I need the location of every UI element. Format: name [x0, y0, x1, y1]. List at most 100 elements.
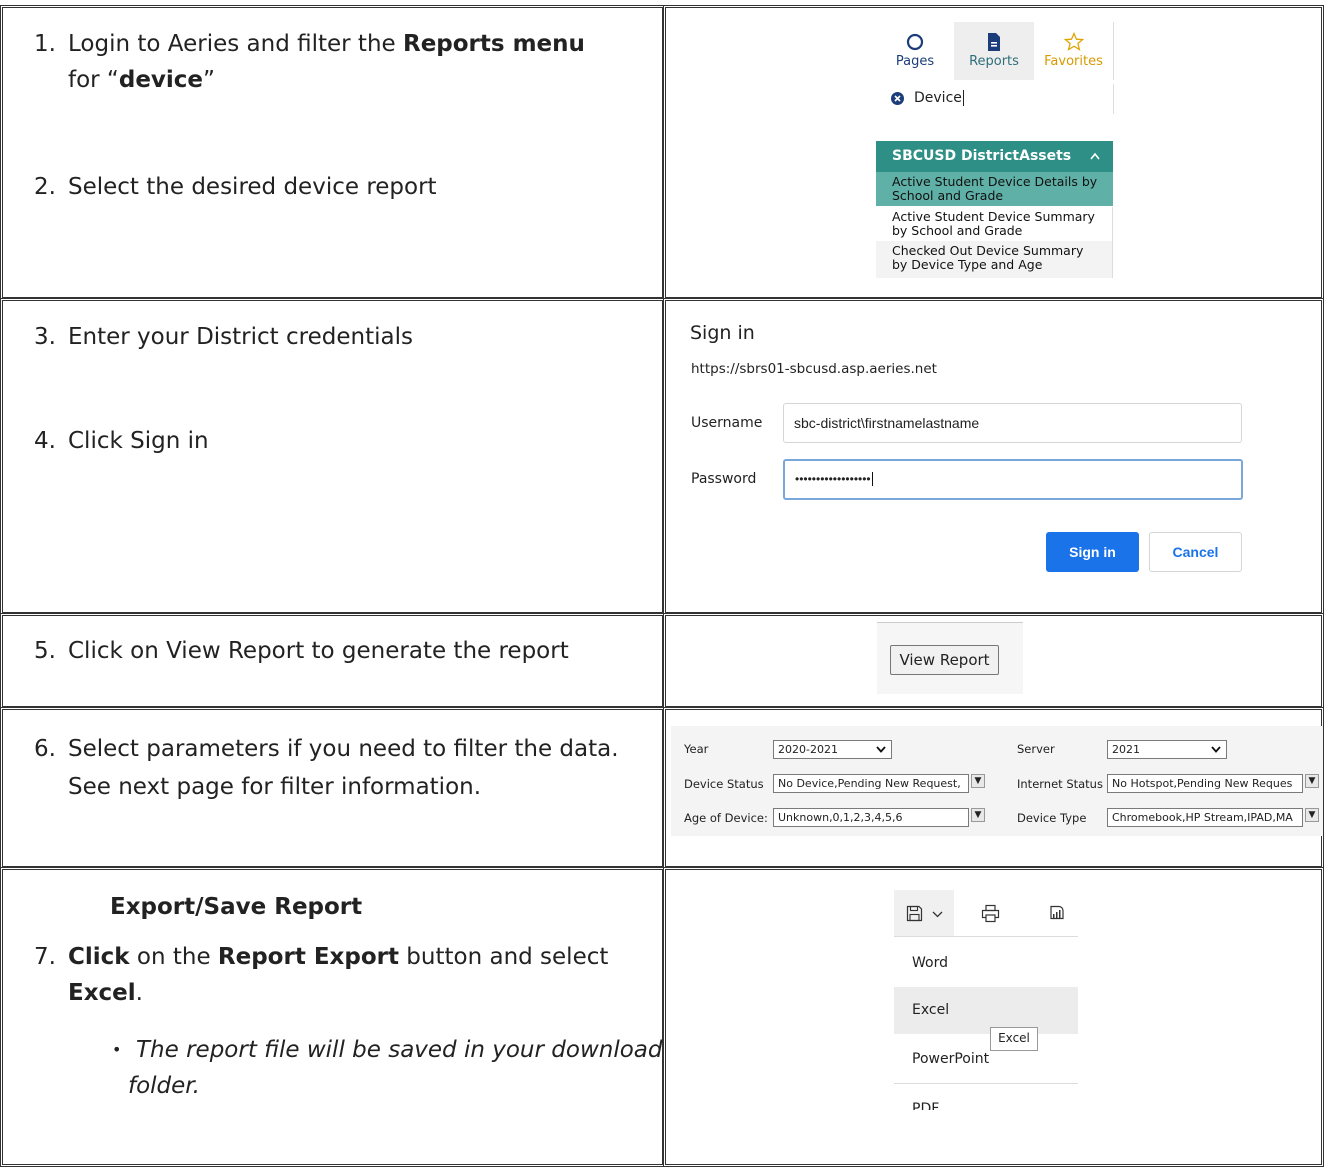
username-label: Username	[691, 415, 763, 431]
step-text: See next page for filter information.	[68, 774, 482, 800]
step-4: 4. Click Sign in	[34, 423, 634, 459]
note-text: folder.	[128, 1073, 200, 1099]
menu-item-checked-out-summary[interactable]: Checked Out Device Summary by Device Typ…	[876, 241, 1113, 278]
step-text: Select parameters if you need to filter …	[68, 736, 619, 762]
export-heading: Export/Save Report	[110, 894, 363, 920]
step-7-line-1: Click on the Report Export button and se…	[68, 939, 608, 975]
export-powerpoint[interactable]: PowerPoint	[894, 1036, 1078, 1083]
menu-item-device-details[interactable]: Active Student Device Details by School …	[876, 172, 1113, 206]
star-icon	[1063, 32, 1084, 51]
tab-label: Pages	[895, 54, 935, 69]
export-button[interactable]	[894, 890, 954, 936]
select-value: 2021	[1112, 743, 1140, 756]
step-number: 1.	[34, 31, 56, 57]
step-bold-text: Report Export	[217, 944, 399, 970]
item-line: Active Student Device Summary	[892, 209, 1095, 224]
note-text: The report file will be saved in your do…	[136, 1037, 663, 1063]
step-text: .	[135, 980, 143, 1006]
server-label: Server	[1017, 742, 1055, 756]
tab-favorites[interactable]: Favorites	[1034, 22, 1113, 80]
dropdown-arrow-icon[interactable]: ▼	[971, 774, 985, 788]
device-status-label: Device Status	[684, 777, 764, 791]
step-number: 2.	[34, 174, 56, 200]
step-text: ”	[203, 67, 215, 93]
step-text: Login to Aeries and filter the	[68, 31, 403, 57]
step-number: 6.	[34, 736, 56, 762]
chevron-down-icon	[1211, 746, 1221, 753]
step-number: 3.	[34, 324, 56, 350]
step-7-line-2: Excel.	[68, 975, 143, 1011]
save-icon	[906, 905, 923, 922]
dropdown-arrow-icon[interactable]: ▼	[971, 808, 985, 822]
password-field[interactable]: ••••••••••••••••••	[783, 459, 1243, 500]
step-2: 2. Select the desired device report	[34, 169, 634, 205]
export-word[interactable]: Word	[894, 940, 1078, 987]
dropdown-arrow-icon[interactable]: ▼	[1305, 774, 1319, 788]
chevron-up-icon	[1090, 152, 1100, 160]
item-line: by School and Grade	[892, 223, 1023, 238]
step-bold-text: Excel	[68, 980, 136, 1006]
item-line: School and Grade	[892, 188, 1004, 203]
password-value: ••••••••••••••••••	[795, 472, 871, 486]
signin-button[interactable]: Sign in	[1046, 532, 1139, 572]
chevron-down-icon	[876, 746, 886, 753]
text-cursor	[871, 472, 873, 486]
view-report-button[interactable]: View Report	[890, 645, 999, 675]
report-parameters: Year 2020-2021 Server 2021 Device Status…	[671, 726, 1323, 836]
menu-filter[interactable]: Device	[876, 84, 1114, 114]
cancel-button[interactable]: Cancel	[1149, 532, 1242, 572]
username-field[interactable]: sbc-district\firstnamelastname	[783, 403, 1242, 443]
year-select[interactable]: 2020-2021	[773, 740, 892, 759]
clear-filter-icon[interactable]	[891, 92, 904, 105]
server-select[interactable]: 2021	[1107, 740, 1227, 759]
internet-status-label: Internet Status	[1017, 777, 1103, 791]
step-number: 7.	[34, 944, 56, 970]
item-line: Checked Out Device Summary	[892, 243, 1084, 258]
chevron-down-icon	[932, 911, 943, 918]
step-text: Click Sign in	[68, 428, 209, 454]
excel-tooltip: Excel	[990, 1027, 1038, 1051]
step-text: Enter your District credentials	[68, 324, 413, 350]
print-icon[interactable]	[981, 904, 1000, 923]
aeries-nav-menu: Pages Reports Favorites Device SBCUSD Di…	[876, 22, 1114, 278]
item-line: by Device Type and Age	[892, 257, 1043, 272]
bullet-icon: •	[112, 1040, 122, 1059]
divider	[894, 936, 1078, 937]
filter-input[interactable]: Device	[914, 90, 964, 106]
tab-label: Reports	[969, 54, 1019, 69]
nav-tabs: Pages Reports Favorites	[876, 22, 1114, 80]
step-text: button and select	[398, 944, 609, 970]
tab-reports[interactable]: Reports	[954, 22, 1034, 80]
circle-icon	[906, 33, 924, 51]
menu-item-device-summary[interactable]: Active Student Device Summary by School …	[876, 207, 1113, 241]
signin-url: https://sbrs01-sbcusd.asp.aeries.net	[691, 361, 937, 377]
step-5: 5. Click on View Report to generate the …	[34, 633, 654, 669]
step-text: on the	[129, 944, 218, 970]
age-of-device-select[interactable]: Unknown,0,1,2,3,4,5,6	[773, 808, 969, 827]
group-label: SBCUSD DistrictAssets	[892, 148, 1072, 164]
step-6: 6. Select parameters if you need to filt…	[34, 731, 654, 803]
tab-pages[interactable]: Pages	[876, 22, 954, 80]
device-status-select[interactable]: No Device,Pending New Request,	[773, 774, 969, 793]
export-pdf[interactable]: PDF	[894, 1086, 1078, 1110]
step-bold-text: device	[118, 67, 204, 93]
step-number: 5.	[34, 638, 56, 664]
export-excel[interactable]: Excel	[894, 987, 1078, 1034]
select-value: 2020-2021	[778, 743, 838, 756]
export-menu-panel: Word Excel PowerPoint PDF	[892, 890, 1078, 1110]
dropdown-arrow-icon[interactable]: ▼	[1305, 808, 1319, 822]
signin-title: Sign in	[690, 322, 755, 344]
internet-status-select[interactable]: No Hotspot,Pending New Reques	[1107, 774, 1303, 793]
item-line: Active Student Device Details by	[892, 174, 1098, 189]
step-1-line-1: Login to Aeries and filter the Reports m…	[68, 26, 585, 62]
device-type-select[interactable]: Chromebook,HP Stream,IPAD,MA	[1107, 808, 1303, 827]
menu-group-header[interactable]: SBCUSD DistrictAssets	[876, 141, 1113, 172]
step-1: 1. Login to Aeries and filter the Report…	[34, 26, 634, 98]
powerbi-icon[interactable]	[1048, 904, 1065, 921]
step-text: Select the desired device report	[68, 174, 437, 200]
step-7: 7. Click on the Report Export button and…	[34, 939, 654, 1011]
step-bold-text: Reports menu	[402, 31, 585, 57]
document-icon	[988, 33, 1000, 51]
divider	[894, 1083, 1078, 1084]
step-1-line-2: for “device”	[68, 62, 215, 98]
